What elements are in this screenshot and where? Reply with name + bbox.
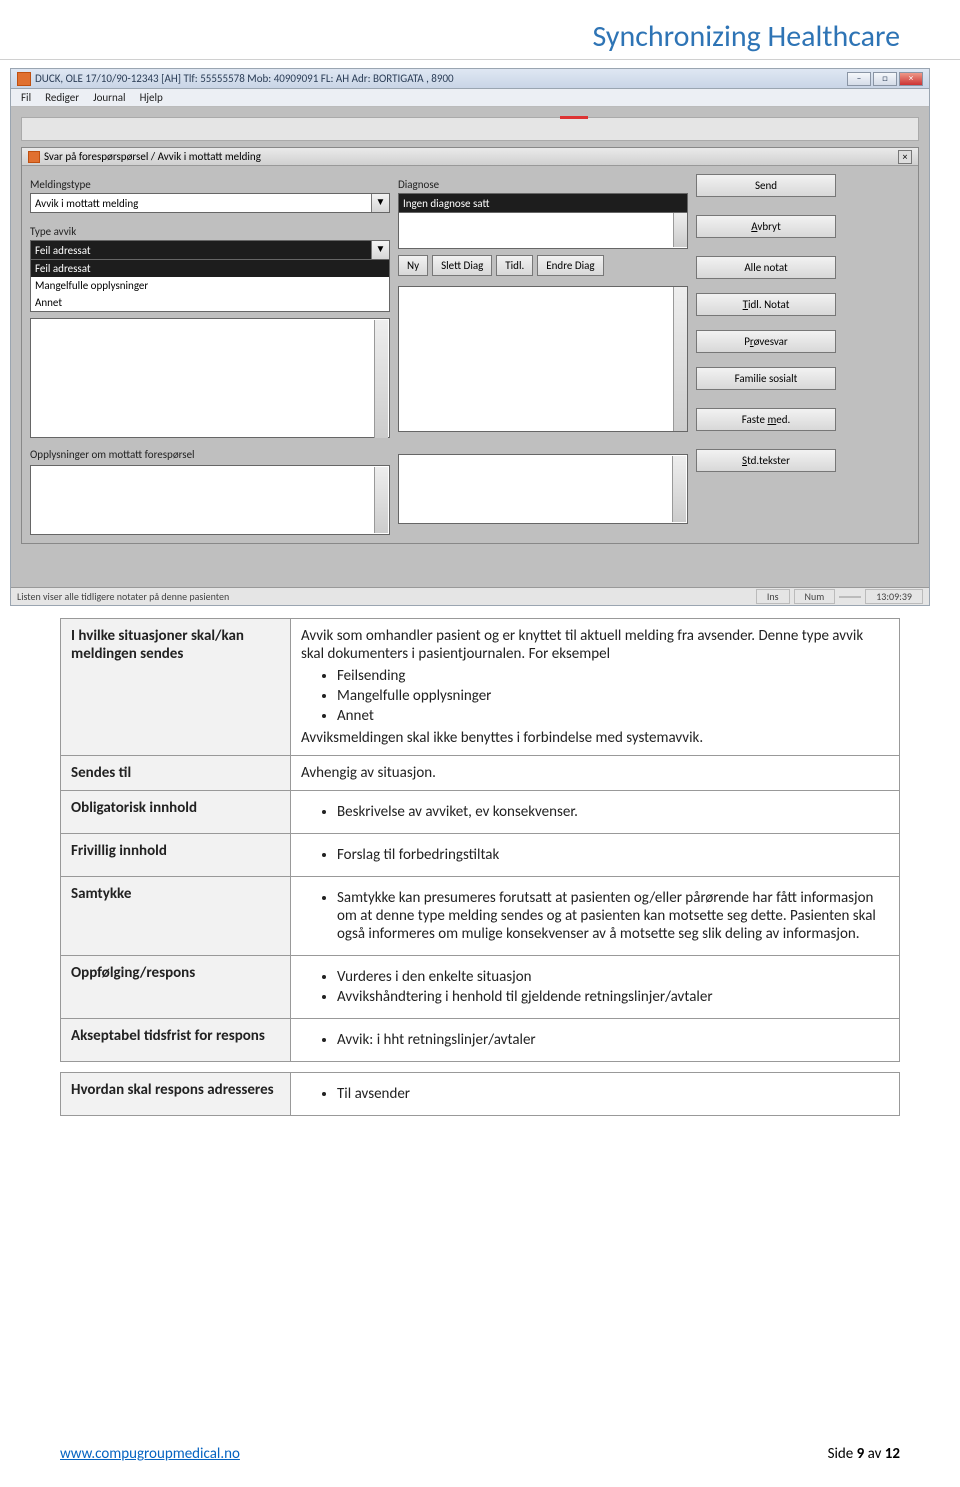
row-label: Hvordan skal respons adresseres: [61, 1073, 291, 1116]
type-avvik-option[interactable]: Feil adressat: [31, 260, 389, 277]
table-row: Akseptabel tidsfrist for respons Avvik: …: [61, 1019, 900, 1062]
slett-diag-button[interactable]: Slett Diag: [432, 255, 492, 276]
maximize-button[interactable]: □: [873, 72, 897, 86]
diagnose-extra[interactable]: [398, 213, 688, 249]
row-content: Avvik som omhandler pasient og er knytte…: [291, 619, 900, 756]
tidl-button[interactable]: Tidl.: [496, 255, 533, 276]
avbryt-button[interactable]: Avbryt: [696, 215, 836, 238]
row-content: Samtykke kan presumeres forutsatt at pas…: [291, 877, 900, 956]
dialog-title-text: Svar på forespørspørsel / Avvik i mottat…: [44, 150, 261, 163]
table-row: Oppfølging/respons Vurderes i den enkelt…: [61, 956, 900, 1019]
menu-fil[interactable]: Fil: [21, 91, 31, 104]
row-content: Til avsender: [291, 1073, 900, 1116]
row-label: I hvilke situasjoner skal/kan meldingen …: [61, 619, 291, 756]
label-type-avvik: Type avvik: [30, 225, 390, 238]
type-avvik-dropdown[interactable]: Feil adressat Mangelfulle opplysninger A…: [30, 260, 390, 312]
row-content: Avvik: i hht retningslinjer/avtaler: [291, 1019, 900, 1062]
table-row: I hvilke situasjoner skal/kan meldingen …: [61, 619, 900, 756]
opplysninger-list[interactable]: [30, 465, 390, 535]
menu-bar: Fil Rediger Journal Hjelp: [11, 89, 929, 107]
type-avvik-option[interactable]: Annet: [31, 294, 389, 311]
table-row: Obligatorisk innhold Beskrivelse av avvi…: [61, 791, 900, 834]
endre-diag-button[interactable]: Endre Diag: [537, 255, 603, 276]
table-row: Samtykke Samtykke kan presumeres forutsa…: [61, 877, 900, 956]
info-table-2: Hvordan skal respons adresseres Til avse…: [60, 1072, 900, 1116]
screenshot-figure: DUCK, OLE 17/10/90-12343 [AH] Tlf: 55555…: [10, 68, 930, 606]
meldingstype-combo[interactable]: Avvik i mottatt melding ▼: [30, 193, 390, 213]
mid-textarea[interactable]: [398, 286, 688, 432]
row-label: Sendes til: [61, 756, 291, 791]
menu-rediger[interactable]: Rediger: [45, 91, 79, 104]
row-label: Frivillig innhold: [61, 834, 291, 877]
header-title: Synchronizing Healthcare: [592, 18, 900, 55]
label-meldingstype: Meldingstype: [30, 178, 390, 191]
faste-med-button[interactable]: Faste med.: [696, 408, 836, 431]
minimize-button[interactable]: –: [847, 72, 871, 86]
type-avvik-combo[interactable]: Feil adressat ▼: [30, 240, 390, 260]
mid-list[interactable]: [398, 454, 688, 524]
dropdown-arrow-icon[interactable]: ▼: [371, 241, 389, 259]
row-label: Akseptabel tidsfrist for respons: [61, 1019, 291, 1062]
send-button[interactable]: Send: [696, 174, 836, 197]
table-row: Hvordan skal respons adresseres Til avse…: [61, 1073, 900, 1116]
diagnose-field[interactable]: Ingen diagnose satt: [398, 193, 688, 213]
toolbar: [21, 117, 919, 141]
meldingstype-value: Avvik i mottatt melding: [35, 197, 138, 210]
status-num: Num: [794, 589, 836, 604]
row-content: Forslag til forbedringstiltak: [291, 834, 900, 877]
dialog-close-button[interactable]: ×: [898, 150, 912, 164]
row-label: Samtykke: [61, 877, 291, 956]
type-avvik-option[interactable]: Mangelfulle opplysninger: [31, 277, 389, 294]
app-icon: [17, 72, 31, 86]
std-tekster-button[interactable]: Std.tekster: [696, 449, 836, 472]
menu-journal[interactable]: Journal: [93, 91, 126, 104]
diagnose-value: Ingen diagnose satt: [403, 197, 489, 210]
dialog-titlebar: Svar på forespørspørsel / Avvik i mottat…: [22, 148, 918, 166]
status-blank: [839, 596, 861, 598]
page-indicator: Side 9 av 12: [828, 1445, 900, 1463]
window-titlebar: DUCK, OLE 17/10/90-12343 [AH] Tlf: 55555…: [11, 69, 929, 89]
familie-button[interactable]: Familie sosialt: [696, 367, 836, 390]
provesvar-button[interactable]: Prøvesvar: [696, 330, 836, 353]
notes-textarea[interactable]: [30, 318, 390, 438]
ny-button[interactable]: Ny: [398, 255, 428, 276]
label-opplysninger: Opplysninger om mottatt forespørsel: [30, 448, 390, 461]
dialog-icon: [28, 151, 40, 163]
status-ins: Ins: [756, 589, 790, 604]
table-row: Frivillig innhold Forslag til forbedring…: [61, 834, 900, 877]
row-content: Vurderes i den enkelte situasjon Avviksh…: [291, 956, 900, 1019]
row-content: Avhengig av situasjon.: [291, 756, 900, 791]
menu-hjelp[interactable]: Hjelp: [140, 91, 163, 104]
window-title-text: DUCK, OLE 17/10/90-12343 [AH] Tlf: 55555…: [35, 72, 454, 85]
page-footer: www.compugroupmedical.no Side 9 av 12: [0, 1445, 960, 1463]
footer-link[interactable]: www.compugroupmedical.no: [60, 1445, 240, 1463]
status-text: Listen viser alle tidligere notater på d…: [17, 590, 229, 603]
info-table: I hvilke situasjoner skal/kan meldingen …: [60, 618, 900, 1062]
tidl-notat-button[interactable]: Tidl. Notat: [696, 293, 836, 316]
row-label: Oppfølging/respons: [61, 956, 291, 1019]
alle-notat-button[interactable]: Alle notat: [696, 256, 836, 279]
table-row: Sendes til Avhengig av situasjon.: [61, 756, 900, 791]
row-label: Obligatorisk innhold: [61, 791, 291, 834]
type-avvik-value: Feil adressat: [35, 244, 91, 257]
row-content: Beskrivelse av avviket, ev konsekvenser.: [291, 791, 900, 834]
status-bar: Listen viser alle tidligere notater på d…: [11, 587, 929, 605]
document-header: Synchronizing Healthcare: [0, 0, 960, 60]
status-time: 13:09:39: [865, 589, 923, 604]
dropdown-arrow-icon[interactable]: ▼: [371, 194, 389, 212]
label-diagnose: Diagnose: [398, 178, 688, 191]
close-button[interactable]: ×: [899, 72, 923, 86]
